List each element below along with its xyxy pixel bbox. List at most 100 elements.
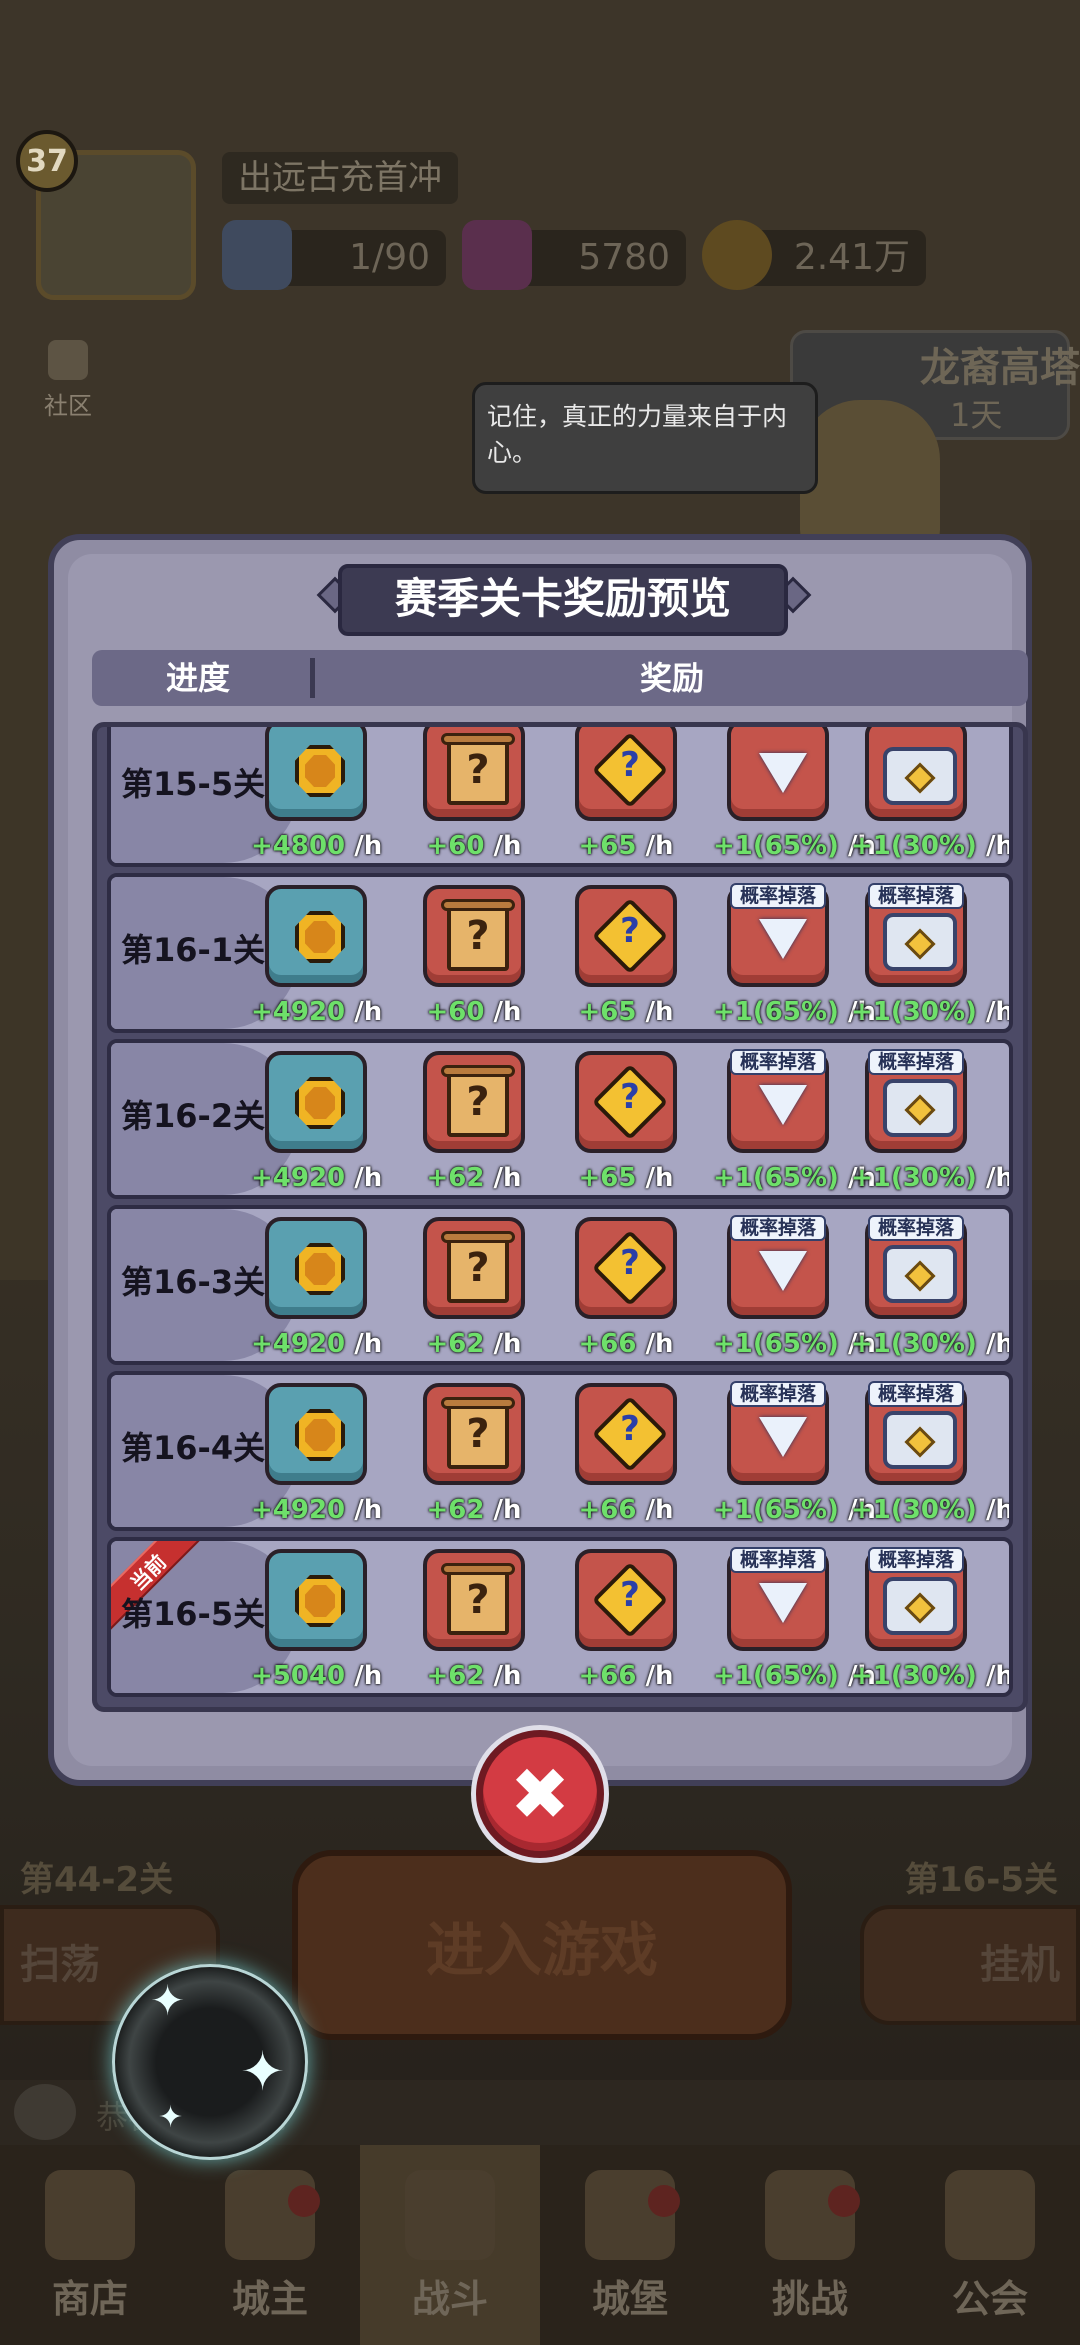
reward-tile: 概率掉落: [865, 1049, 967, 1153]
reward-list[interactable]: 第15-5关 +4800 /h ? +60 /h ? +65 /h +1(65%…: [92, 722, 1028, 1712]
dialog-body: 赛季关卡奖励预览 进度 奖励 第15-5关 +4800 /h ? +60 /h …: [68, 554, 1028, 1766]
reward-amount: +66 /h: [578, 1661, 674, 1691]
reward-gem[interactable]: 概率掉落 +1(65%) /h: [713, 1381, 876, 1525]
reward-tile: 概率掉落: [727, 1215, 829, 1319]
home-icon: [48, 340, 88, 380]
reward-chest[interactable]: +1(30%) /h: [851, 727, 1013, 861]
reward-amount: +5040 /h: [251, 1661, 383, 1691]
nav-battle[interactable]: 战斗: [360, 2145, 540, 2345]
reward-amount: +62 /h: [426, 1163, 522, 1193]
reward-gem[interactable]: 概率掉落 +1(65%) /h: [713, 1547, 876, 1691]
reward-rows: 第15-5关 +4800 /h ? +60 /h ? +65 /h +1(65%…: [107, 727, 1013, 1703]
coin-center: [305, 1087, 335, 1119]
reward-scroll[interactable]: ? +62 /h: [409, 1383, 539, 1525]
reward-chest[interactable]: 概率掉落 +1(30%) /h: [851, 1381, 1009, 1525]
reward-chest[interactable]: 概率掉落 +1(30%) /h: [851, 1547, 1009, 1691]
enter-game-button[interactable]: 进入游戏: [292, 1850, 792, 2040]
reward-gold[interactable]: +4800 /h: [251, 727, 382, 861]
reward-gold[interactable]: +4920 /h: [251, 885, 382, 1027]
mystery-scroll-icon: ?: [447, 737, 509, 805]
stage-label: 第16-2关: [121, 1097, 266, 1135]
mystery-scroll-icon: ?: [447, 1567, 509, 1635]
reward-tile: 概率掉落: [727, 1049, 829, 1153]
probability-drop-tag: 概率掉落: [730, 1049, 826, 1075]
reward-amount: +1(65%) /h: [713, 997, 876, 1027]
stage-row: 第16-2关 +4920 /h ? +62 /h ? +65 /h 概率掉落 +…: [107, 1039, 1013, 1199]
stage-label: 第16-4关: [121, 1429, 266, 1467]
question-mark-icon: ?: [620, 1575, 640, 1615]
nav-lord[interactable]: 城主: [180, 2145, 360, 2345]
nav-label: 公会: [951, 2277, 1028, 2321]
close-button[interactable]: ✖: [476, 1730, 604, 1858]
reward-puzzle[interactable]: ? +66 /h: [561, 1217, 691, 1359]
reward-puzzle[interactable]: ? +65 /h: [561, 727, 691, 861]
reward-amount: +65 /h: [578, 997, 674, 1027]
energy-icon[interactable]: [222, 220, 292, 290]
nav-shop[interactable]: 商店: [0, 2145, 180, 2345]
dialog-title: 赛季关卡奖励预览: [338, 564, 788, 636]
nav-label: 城主: [231, 2277, 308, 2321]
reward-chest[interactable]: 概率掉落 +1(30%) /h: [851, 883, 1009, 1027]
reward-amount: +1(65%) /h: [713, 1661, 876, 1691]
reward-amount: +65 /h: [578, 831, 674, 861]
reward-gold[interactable]: +4920 /h: [251, 1383, 382, 1525]
stage-row: 第16-3关 +4920 /h ? +62 /h ? +66 /h 概率掉落 +…: [107, 1205, 1013, 1365]
reward-scroll[interactable]: ? +62 /h: [409, 1549, 539, 1691]
question-mark-icon: ?: [620, 1409, 640, 1449]
chat-icon[interactable]: [14, 2084, 76, 2140]
reward-chest[interactable]: 概率掉落 +1(30%) /h: [851, 1215, 1009, 1359]
probability-drop-tag: 概率掉落: [868, 1381, 964, 1407]
reward-tile: 概率掉落: [865, 1547, 967, 1651]
probability-drop-tag: 概率掉落: [730, 1381, 826, 1407]
reward-amount: +62 /h: [426, 1495, 522, 1525]
reward-puzzle[interactable]: ? +66 /h: [561, 1549, 691, 1691]
scroll-rod: [441, 1563, 515, 1575]
nav-challenge[interactable]: 挑战: [720, 2145, 900, 2345]
reward-tile: 概率掉落: [865, 883, 967, 987]
gold-coin-icon[interactable]: [702, 220, 772, 290]
reward-amount: +1(30%) /h: [851, 831, 1013, 861]
player-name: 出远古充首冲: [222, 152, 458, 204]
reward-amount: +1(65%) /h: [713, 1495, 876, 1525]
guild-icon: [945, 2170, 1035, 2260]
reward-tile: ?: [575, 1383, 677, 1485]
reward-tile: [265, 885, 367, 987]
reward-chest[interactable]: 概率掉落 +1(30%) /h: [851, 1049, 1009, 1193]
reward-gem[interactable]: 概率掉落 +1(65%) /h: [713, 1049, 876, 1193]
reward-puzzle[interactable]: ? +65 /h: [561, 885, 691, 1027]
reward-gold[interactable]: +5040 /h: [251, 1549, 383, 1691]
reward-puzzle[interactable]: ? +66 /h: [561, 1383, 691, 1525]
reward-gem[interactable]: +1(65%) /h: [713, 727, 876, 861]
community-button[interactable]: 社区: [36, 340, 100, 421]
reward-tile: [865, 727, 967, 821]
gem-icon[interactable]: [462, 220, 532, 290]
coin-center: [305, 1419, 335, 1451]
reward-scroll[interactable]: ? +62 /h: [409, 1051, 539, 1193]
sparkle-icon: ✦: [150, 1976, 186, 2025]
hero-portrait: [800, 400, 940, 550]
stage-row: 当前 第16-5关 +5040 /h ? +62 /h ? +66 /h 概率掉落: [107, 1537, 1013, 1697]
nav-castle[interactable]: 城堡: [540, 2145, 720, 2345]
reward-scroll[interactable]: ? +60 /h: [409, 727, 539, 861]
coin-center: [305, 1585, 335, 1617]
reward-scroll[interactable]: ? +62 /h: [409, 1217, 539, 1359]
reward-scroll[interactable]: ? +60 /h: [409, 885, 539, 1027]
stage-right-label: 第16-5关: [904, 1860, 1058, 1900]
question-mark-icon: ?: [620, 1243, 640, 1283]
reward-tile: [727, 727, 829, 821]
reward-amount: +4920 /h: [251, 1163, 383, 1193]
probability-drop-tag: 概率掉落: [730, 1547, 826, 1573]
player-level-badge: 37: [16, 130, 78, 192]
reward-gem[interactable]: 概率掉落 +1(65%) /h: [713, 883, 876, 1027]
reward-amount: +66 /h: [578, 1495, 674, 1525]
idle-button[interactable]: 挂机: [860, 1905, 1080, 2025]
reward-gold[interactable]: +4920 /h: [251, 1051, 383, 1193]
swords-icon: [405, 2170, 495, 2260]
reward-gem[interactable]: 概率掉落 +1(65%) /h: [713, 1215, 876, 1359]
reward-gold[interactable]: +4920 /h: [251, 1217, 382, 1359]
reward-tile: 概率掉落: [727, 883, 829, 987]
nav-guild[interactable]: 公会: [900, 2145, 1080, 2345]
diamond-icon: [759, 753, 807, 793]
reward-tile: [265, 1549, 367, 1651]
reward-puzzle[interactable]: ? +65 /h: [561, 1051, 691, 1193]
